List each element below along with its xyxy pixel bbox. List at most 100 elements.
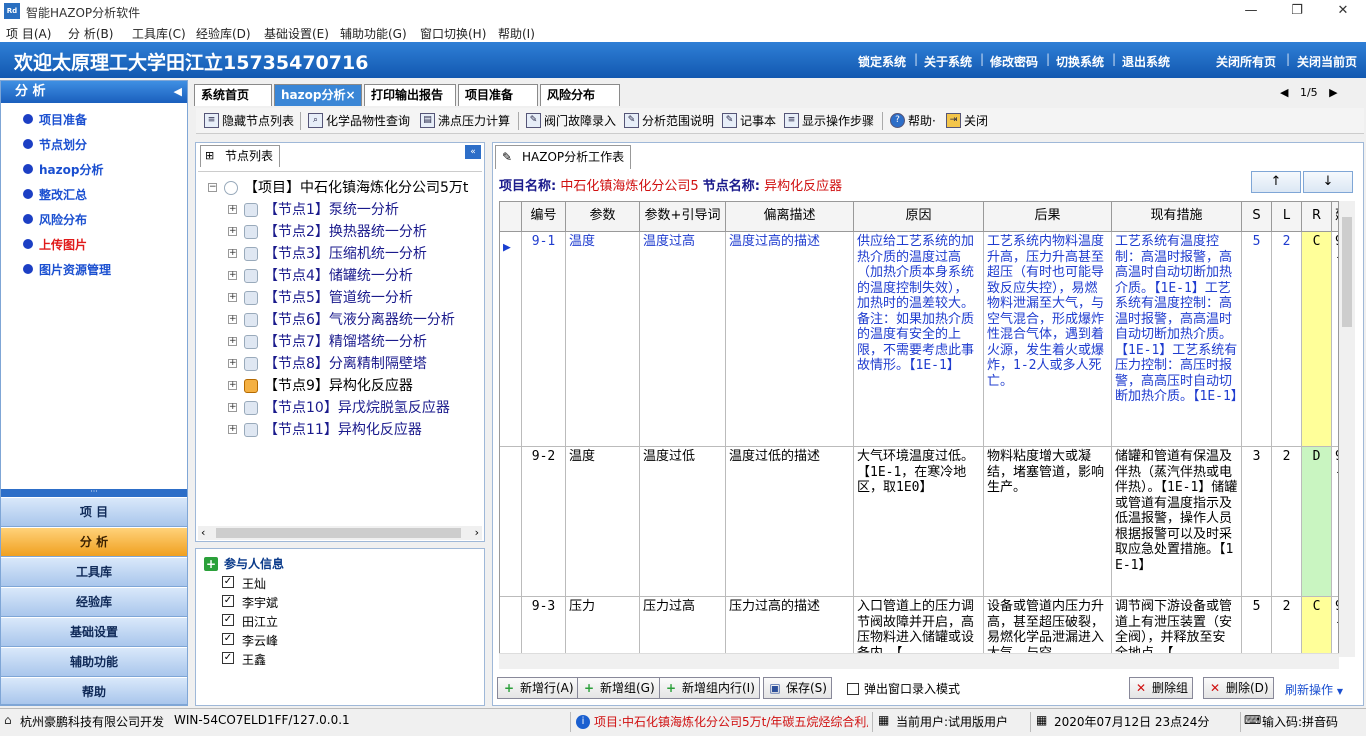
grid-header[interactable]: 参数+引导词: [640, 202, 726, 232]
cell-measures[interactable]: 储罐和管道有保温及伴热（蒸汽伴热或电伴热）。【1E-1】储罐或管道有温度指示及低…: [1112, 447, 1242, 597]
add-group-button[interactable]: + 新增组(G): [577, 677, 660, 699]
sidebar-item-upload-image[interactable]: 上传图片: [23, 236, 87, 253]
sidebar-item-rectification[interactable]: 整改汇总: [23, 186, 87, 203]
tab-home[interactable]: 系统首页: [194, 84, 272, 106]
maximize-button[interactable]: ❐: [1274, 0, 1320, 22]
expand-icon[interactable]: +: [228, 337, 237, 346]
menu-basic-settings[interactable]: 基础设置(E): [264, 25, 329, 42]
tab-project-prep[interactable]: 项目准备: [458, 84, 538, 106]
collapse-left-icon[interactable]: ◀: [174, 81, 182, 103]
menu-aux[interactable]: 辅助功能(G): [340, 25, 407, 42]
node-list-tab[interactable]: ⊞ 节点列表: [200, 145, 280, 167]
splitter-grip[interactable]: ···: [1, 488, 187, 497]
change-password-link[interactable]: 修改密码: [990, 53, 1038, 70]
nav-analysis[interactable]: 分 析: [1, 527, 187, 557]
cell-suggestion[interactable]: 9-: [1332, 232, 1338, 447]
expand-icon[interactable]: +: [228, 403, 237, 412]
cell-measures[interactable]: 工艺系统有温度控制：高温时报警，高高温时自动切断加热介质。【1E-1】工艺系统有…: [1112, 232, 1242, 447]
expand-icon[interactable]: +: [228, 205, 237, 214]
expand-icon[interactable]: +: [228, 425, 237, 434]
participant-item[interactable]: ✓ 田江立: [222, 613, 278, 630]
grid-header[interactable]: 现有措施: [1112, 202, 1242, 232]
grid-header[interactable]: 编号: [522, 202, 566, 232]
popup-mode-option[interactable]: 弹出窗口录入模式: [847, 680, 960, 697]
cell-deviation[interactable]: 压力过高的描述: [726, 597, 854, 656]
cell-cause[interactable]: 大气环境温度过低。【1E-1，在寒冷地区，取1E0】: [854, 447, 984, 597]
cell-suggestion[interactable]: 9-: [1332, 597, 1338, 656]
grid-header[interactable]: 建: [1332, 202, 1338, 232]
close-toolbar-button[interactable]: ⇥ 关闭: [944, 111, 988, 131]
next-page-icon[interactable]: ▶: [1329, 86, 1337, 99]
menu-experience[interactable]: 经验库(D): [196, 25, 251, 42]
cell-param-guide[interactable]: 压力过高: [640, 597, 726, 656]
boiling-pressure-button[interactable]: ▤ 沸点压力计算: [418, 111, 510, 131]
menu-window[interactable]: 窗口切换(H): [420, 25, 486, 42]
cell-consequence[interactable]: 设备或管道内压力升高，甚至超压破裂，易燃化学品泄漏进入大气，与空: [984, 597, 1112, 656]
cell-likelihood[interactable]: 2: [1272, 597, 1302, 656]
grid-vertical-scrollbar[interactable]: [1339, 201, 1355, 657]
collapse-icon[interactable]: −: [208, 183, 217, 192]
scroll-left-icon[interactable]: ‹: [201, 526, 205, 539]
about-system-link[interactable]: 关于系统: [924, 53, 972, 70]
add-row-in-group-button[interactable]: + 新增组内行(I): [659, 677, 760, 699]
grid-horizontal-scrollbar[interactable]: [499, 653, 1339, 669]
expand-icon[interactable]: +: [228, 381, 237, 390]
expand-icon[interactable]: +: [228, 249, 237, 258]
grid-header[interactable]: S: [1242, 202, 1272, 232]
cell-consequence[interactable]: 工艺系统内物料温度升高，压力升高甚至超压（有时也可能导致反应失控），易燃物料泄漏…: [984, 232, 1112, 447]
prev-page-icon[interactable]: ◀: [1280, 86, 1288, 99]
grid-header[interactable]: 参数: [566, 202, 640, 232]
cell-cause[interactable]: 入口管道上的压力调节阀故障并开启，高压物料进入储罐或设备内。【: [854, 597, 984, 656]
cell-likelihood[interactable]: 2: [1272, 232, 1302, 447]
cell-risk[interactable]: C: [1302, 597, 1332, 656]
menu-analysis[interactable]: 分 析(B): [68, 25, 113, 42]
notepad-button[interactable]: ✎ 记事本: [720, 111, 776, 131]
menu-tools[interactable]: 工具库(C): [132, 25, 186, 42]
cell-id[interactable]: 9-3: [522, 597, 566, 656]
sidebar-item-hazop-analysis[interactable]: hazop分析: [23, 161, 103, 178]
participant-item[interactable]: ✓ 李云峰: [222, 632, 278, 649]
cell-param[interactable]: 温度: [566, 447, 640, 597]
sidebar-item-node-division[interactable]: 节点划分: [23, 136, 87, 153]
cell-param[interactable]: 温度: [566, 232, 640, 447]
nav-aux[interactable]: 辅助功能: [1, 647, 187, 677]
participant-item[interactable]: ✓ 王鑫: [222, 651, 266, 668]
nav-help[interactable]: 帮助: [1, 677, 187, 705]
nav-basic-settings[interactable]: 基础设置: [1, 617, 187, 647]
cell-measures[interactable]: 调节阀下游设备或管道上有泄压装置（安全阀），并释放至安全地点。【: [1112, 597, 1242, 656]
grid-header[interactable]: 偏离描述: [726, 202, 854, 232]
cell-param[interactable]: 压力: [566, 597, 640, 656]
menu-project[interactable]: 项 目(A): [6, 25, 51, 42]
nav-tools[interactable]: 工具库: [1, 557, 187, 587]
participant-item[interactable]: ✓ 李宇斌: [222, 594, 278, 611]
cell-param-guide[interactable]: 温度过低: [640, 447, 726, 597]
scroll-thumb[interactable]: [1342, 217, 1352, 327]
cell-severity[interactable]: 3: [1242, 447, 1272, 597]
cell-id[interactable]: 9-1: [522, 232, 566, 447]
node-tree-scrollbar[interactable]: ‹ ›: [198, 526, 482, 540]
cell-risk[interactable]: D: [1302, 447, 1332, 597]
cell-cause[interactable]: 供应给工艺系统的加热介质的温度过高（加热介质本身系统的温度控制失效），加热时的温…: [854, 232, 984, 447]
cell-consequence[interactable]: 物料粘度增大或凝结，堵塞管道，影响生产。: [984, 447, 1112, 597]
save-button[interactable]: ▣ 保存(S): [763, 677, 832, 699]
checkbox-checked[interactable]: ✓: [222, 614, 234, 626]
checkbox-unchecked[interactable]: [847, 683, 859, 695]
minimize-button[interactable]: —: [1228, 0, 1274, 22]
cell-risk[interactable]: C: [1302, 232, 1332, 447]
scroll-thumb[interactable]: [216, 528, 461, 538]
grid-header[interactable]: 原因: [854, 202, 984, 232]
sidebar-item-image-resources[interactable]: 图片资源管理: [23, 261, 111, 278]
tab-risk-distribution[interactable]: 风险分布: [540, 84, 620, 106]
row-selector-icon[interactable]: ▶: [500, 232, 522, 447]
add-icon[interactable]: +: [204, 557, 218, 571]
grid-header[interactable]: R: [1302, 202, 1332, 232]
checkbox-checked[interactable]: ✓: [222, 633, 234, 645]
sidebar-item-project-prep[interactable]: 项目准备: [23, 111, 87, 128]
expand-icon[interactable]: +: [228, 359, 237, 368]
cell-severity[interactable]: 5: [1242, 232, 1272, 447]
checkbox-checked[interactable]: ✓: [222, 652, 234, 664]
cell-deviation[interactable]: 温度过高的描述: [726, 232, 854, 447]
row-selector[interactable]: [500, 447, 522, 597]
expand-icon[interactable]: +: [228, 315, 237, 324]
add-row-button[interactable]: + 新增行(A): [497, 677, 579, 699]
